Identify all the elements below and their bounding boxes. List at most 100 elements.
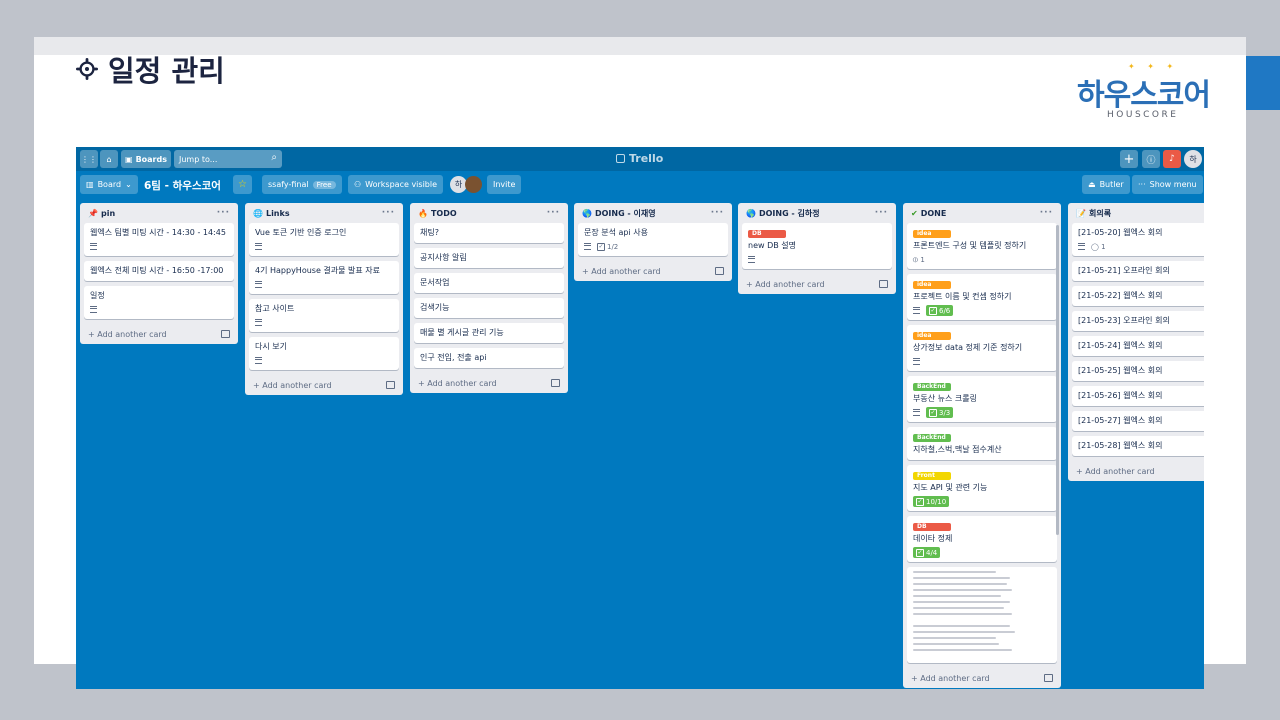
workspace-button[interactable]: ssafy-final Free xyxy=(262,175,342,194)
add-card-button[interactable]: + Add another card xyxy=(80,324,238,344)
jump-to-search[interactable]: Jump to... ⌕ xyxy=(174,150,282,168)
card[interactable]: DB 데이타 정제 ✓ 4/4 xyxy=(907,516,1057,562)
card[interactable]: [21-05-27] 웹엑스 회의 xyxy=(1072,411,1204,431)
card-template-icon[interactable] xyxy=(386,381,395,389)
add-card-button[interactable]: + Add another card xyxy=(903,668,1061,688)
card-title: 검색기능 xyxy=(420,303,450,312)
board-view-switcher[interactable]: ▥ Board ⌄ xyxy=(80,175,138,194)
card[interactable]: [21-05-22] 웹엑스 회의 xyxy=(1072,286,1204,306)
list-menu-icon[interactable]: ··· xyxy=(217,208,230,218)
list-menu-icon[interactable]: ··· xyxy=(382,208,395,218)
add-card-button[interactable]: + Add another card xyxy=(574,261,732,281)
list-header[interactable]: ✔ DONE ··· xyxy=(903,203,1061,223)
card[interactable]: [21-05-23] 오프라인 회의 xyxy=(1072,311,1204,331)
board-name[interactable]: 6팀 - 하우스코어 xyxy=(144,178,221,193)
people-icon: ⚇ xyxy=(354,180,362,189)
card-template-icon[interactable] xyxy=(551,379,560,387)
card[interactable]: idea 프론트엔드 구성 및 템플릿 정하기 ⦶ 1 xyxy=(907,223,1057,269)
add-card-button[interactable]: + Add another card xyxy=(1068,461,1204,481)
trello-logo[interactable]: Trello xyxy=(616,152,663,165)
add-card-label: Add another card xyxy=(1085,466,1155,476)
card[interactable]: 문장 분석 api 사용 ✓ 1/2 xyxy=(578,223,728,256)
card[interactable]: 검색기능 xyxy=(414,298,564,318)
apps-grid-icon[interactable]: ⋮⋮ xyxy=(80,150,98,168)
card[interactable]: [21-05-28] 웹엑스 회의 xyxy=(1072,436,1204,456)
list-header[interactable]: 🌎 DOING - 이재영 ··· xyxy=(574,203,732,223)
card-title: 공지사항 알림 xyxy=(420,253,467,262)
card[interactable]: idea 상가정보 data 정제 기준 정하기 xyxy=(907,325,1057,371)
invite-button[interactable]: Invite xyxy=(487,175,522,194)
card[interactable]: DB new DB 설명 xyxy=(742,223,892,269)
list-header[interactable]: 🔥 TODO ··· xyxy=(410,203,568,223)
code-snippet-image xyxy=(913,571,1051,655)
create-plus-icon[interactable]: + xyxy=(1120,150,1138,168)
card-template-icon[interactable] xyxy=(715,267,724,275)
show-menu-button[interactable]: ··· Show menu xyxy=(1132,175,1203,194)
card[interactable]: 일정 xyxy=(84,286,234,319)
card-template-icon[interactable] xyxy=(221,330,230,338)
card[interactable]: [21-05-21] 오프라인 회의 xyxy=(1072,261,1204,281)
add-card-button[interactable]: + Add another card xyxy=(410,373,568,393)
notification-bell-icon[interactable]: ♪ xyxy=(1163,150,1181,168)
list-header[interactable]: 🌎 DOING - 김하정 ··· xyxy=(738,203,896,223)
checklist-icon: ✓ xyxy=(929,306,937,315)
list-menu-icon[interactable]: ··· xyxy=(875,208,888,218)
star-icon[interactable]: ☆ xyxy=(233,175,252,194)
list-column: 📝 회의록 ··· [21-05-20] 웹엑스 회의 ◯ 1 [21-05-21]… xyxy=(1068,203,1204,481)
list-menu-icon[interactable]: ··· xyxy=(1040,208,1053,218)
card[interactable]: 다시 보기 xyxy=(249,337,399,370)
card-badges xyxy=(255,241,393,252)
card[interactable]: 인구 전입, 전출 api xyxy=(414,348,564,368)
card-title: [21-05-28] 웹엑스 회의 xyxy=(1078,441,1163,450)
card-title: 데이타 정제 xyxy=(913,534,953,543)
user-avatar[interactable]: 하 xyxy=(1184,150,1202,168)
code-screenshot-card[interactable] xyxy=(907,567,1057,663)
card[interactable]: [21-05-25] 웹엑스 회의 xyxy=(1072,361,1204,381)
card[interactable]: [21-05-24] 웹엑스 회의 xyxy=(1072,336,1204,356)
list-menu-icon[interactable]: ··· xyxy=(711,208,724,218)
list-header[interactable]: 📝 회의록 ··· xyxy=(1068,203,1204,223)
card[interactable]: 매물 별 게시글 관리 기능 xyxy=(414,323,564,343)
add-card-button[interactable]: + Add another card xyxy=(738,274,896,294)
card[interactable]: 공지사항 알림 xyxy=(414,248,564,268)
list-header[interactable]: 🌐 Links ··· xyxy=(245,203,403,223)
card[interactable]: 참고 사이트 xyxy=(249,299,399,332)
card[interactable]: Vue 토큰 기반 인증 로그인 xyxy=(249,223,399,256)
list-menu-icon[interactable]: ··· xyxy=(547,208,560,218)
card[interactable]: 문서작업 xyxy=(414,273,564,293)
card[interactable]: BackEnd 지하철,스벅,맥날 점수계산 xyxy=(907,427,1057,460)
description-icon xyxy=(255,281,262,288)
member-avatar-photo[interactable] xyxy=(465,176,482,193)
card[interactable]: Front 지도 API 및 관련 기능 ✓ 10/10 xyxy=(907,465,1057,511)
card[interactable]: 웹엑스 팀별 미팅 시간 - 14:30 - 14:45 xyxy=(84,223,234,256)
home-icon[interactable]: ⌂ xyxy=(100,150,118,168)
memo-icon: 📝 xyxy=(1076,208,1086,218)
card[interactable]: 4기 HappyHouse 결과물 발표 자료 xyxy=(249,261,399,294)
list-header[interactable]: 📌 pin ··· xyxy=(80,203,238,223)
card[interactable]: BackEnd 부동산 뉴스 크롤링 ✓ 3/3 xyxy=(907,376,1057,422)
plus-icon: + xyxy=(253,380,260,390)
card-template-icon[interactable] xyxy=(879,280,888,288)
card-title: Vue 토큰 기반 인증 로그인 xyxy=(255,228,347,237)
card-template-icon[interactable] xyxy=(1044,674,1053,682)
card[interactable]: [21-05-26] 웹엑스 회의 xyxy=(1072,386,1204,406)
list-title: Links xyxy=(265,208,290,218)
visibility-button[interactable]: ⚇ Workspace visible xyxy=(348,175,444,194)
card[interactable]: 채팅? xyxy=(414,223,564,243)
card-badges xyxy=(255,355,393,366)
list-column: 🌎 DOING - 이재영 ··· 문장 분석 api 사용 ✓ 1/2 + Add … xyxy=(574,203,732,281)
info-icon[interactable]: ⓘ xyxy=(1142,150,1160,168)
card[interactable]: 웹엑스 전체 미팅 시간 - 16:50 -17:00 xyxy=(84,261,234,281)
boards-button[interactable]: ▣ Boards xyxy=(121,150,171,168)
card[interactable]: idea 프로젝트 이름 및 컨셉 정하기 ✓ 6/6 xyxy=(907,274,1057,320)
card-title: 웹엑스 전체 미팅 시간 - 16:50 -17:00 xyxy=(90,266,224,275)
description-icon xyxy=(913,358,920,365)
list-scrollbar[interactable] xyxy=(1056,225,1059,535)
butler-button[interactable]: ⏏ Butler xyxy=(1082,175,1130,194)
list-column: 🌐 Links ··· Vue 토큰 기반 인증 로그인 4기 HappyHous… xyxy=(245,203,403,395)
card[interactable]: [21-05-20] 웹엑스 회의 ◯ 1 xyxy=(1072,223,1204,256)
add-card-label: Add another card xyxy=(920,673,990,683)
add-card-button[interactable]: + Add another card xyxy=(245,375,403,395)
description-icon xyxy=(255,243,262,250)
card-label: BackEnd xyxy=(913,434,951,442)
